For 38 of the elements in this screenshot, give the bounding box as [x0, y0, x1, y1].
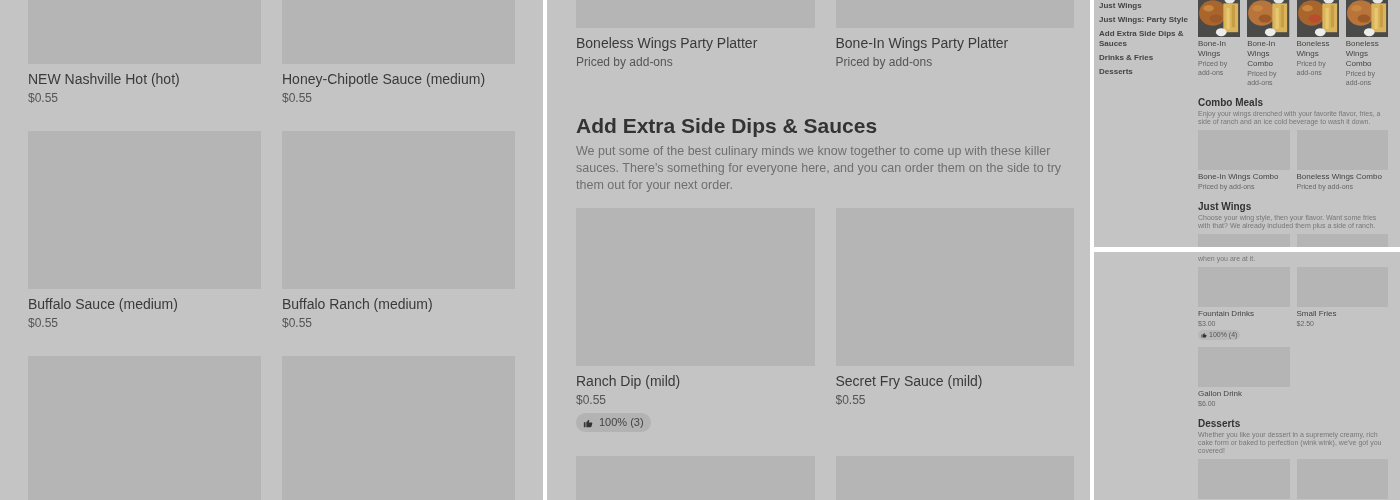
item-name[interactable]: Bone-In Wings Party Platter	[835, 33, 1074, 53]
section-heading: Desserts	[1198, 418, 1242, 430]
thumbs-up-icon	[1201, 332, 1207, 338]
item-name[interactable]: Bone-In Wings	[1198, 39, 1241, 59]
item-name[interactable]: Bone-In Wings Combo	[1247, 39, 1290, 69]
item-name[interactable]: Gallon Drink	[1198, 389, 1290, 399]
item-name[interactable]: Boneless Wings	[1296, 39, 1339, 59]
sidebar-link[interactable]: Just Wings	[1099, 1, 1198, 11]
sidebar-link[interactable]: Desserts	[1099, 67, 1198, 77]
item-price: $0.55	[282, 90, 314, 107]
item-price: Priced by add-ons	[576, 54, 674, 71]
section-heading: Just Wings	[1198, 201, 1253, 213]
section-heading: Combo Meals	[1198, 97, 1264, 109]
item-name[interactable]: Honey-Chipotle Sauce (medium)	[282, 69, 515, 89]
item-name[interactable]: Fountain Drinks	[1198, 309, 1290, 319]
item-price: $0.55	[835, 392, 867, 409]
item-price: $0.55	[28, 315, 60, 332]
rating-text: 100% (3)	[599, 415, 644, 431]
item-name[interactable]: NEW Nashville Hot (hot)	[28, 69, 261, 89]
item-price: Priced by add-ons	[835, 54, 934, 71]
item-price: $0.55	[28, 90, 60, 107]
item-name[interactable]: Buffalo Ranch (medium)	[282, 294, 515, 314]
item-name[interactable]: Ranch Dip (mild)	[576, 371, 815, 391]
item-name[interactable]: Secret Fry Sauce (mild)	[835, 371, 1074, 391]
thumbs-up-icon	[583, 417, 593, 428]
item-name[interactable]: Boneless Wings Combo	[1296, 172, 1388, 182]
item-name[interactable]: Small Fries	[1296, 309, 1388, 319]
item-name[interactable]: Boneless Wings Combo	[1345, 39, 1388, 69]
section-heading: Add Extra Side Dips & Sauces	[576, 113, 879, 139]
sidebar-link[interactable]: Just Wings: Party Style	[1099, 15, 1198, 25]
item-price: $0.55	[576, 392, 608, 409]
sidebar-link[interactable]: Add Extra Side Dips & Sauces	[1099, 29, 1198, 49]
section-description: We put some of the best culinary minds we know together to come up with these killer sauces. There's something for everyone here, and you can order them on the side to try them out for your next order.	[576, 143, 1063, 194]
sidebar-link[interactable]: Drinks & Fries	[1099, 53, 1198, 63]
item-name[interactable]: Bone-In Wings Combo	[1198, 172, 1290, 182]
item-name[interactable]: Boneless Wings Party Platter	[576, 33, 815, 53]
item-price: $0.55	[282, 315, 314, 332]
item-name[interactable]: Buffalo Sauce (medium)	[28, 294, 261, 314]
